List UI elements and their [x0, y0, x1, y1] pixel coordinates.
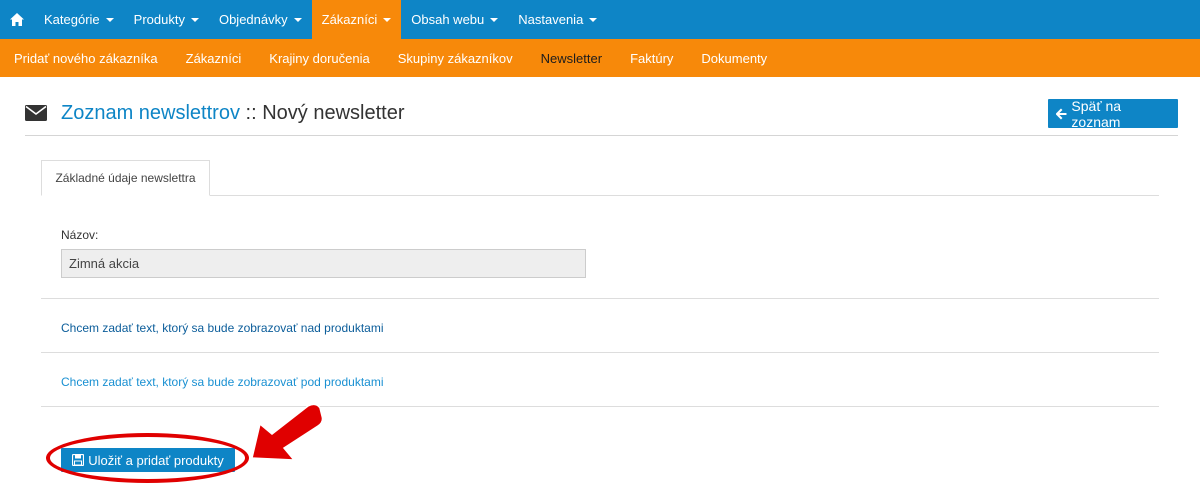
nav-item-label: Kategórie	[44, 12, 100, 27]
nav-item-kategorie[interactable]: Kategórie	[34, 0, 124, 39]
sub-navbar: Pridať nového zákazníka Zákazníci Krajin…	[0, 39, 1200, 77]
name-label: Názov:	[61, 228, 99, 242]
text-above-products-link[interactable]: Chcem zadať text, ktorý sa bude zobrazov…	[61, 321, 384, 335]
save-button-label: Uložiť a pridať produkty	[88, 452, 224, 468]
text-below-products-link[interactable]: Chcem zadať text, ktorý sa bude zobrazov…	[61, 375, 384, 389]
tab-zakladne-udaje[interactable]: Základné údaje newslettra	[41, 160, 210, 196]
nav-item-label: Produkty	[133, 12, 185, 27]
page-header: Zoznam newslettrov :: Nový newsletter Sp…	[25, 97, 1178, 136]
subnav-item-dokumenty[interactable]: Dokumenty	[687, 51, 781, 66]
back-button-label: Späť na zoznam	[1071, 97, 1122, 130]
nav-item-zakaznici[interactable]: Zákazníci	[311, 0, 402, 39]
nav-item-label: Nastavenia	[518, 12, 584, 27]
breadcrumb-separator: ::	[239, 102, 263, 124]
home-icon	[10, 13, 24, 26]
chevron-down-icon	[105, 17, 114, 22]
nav-item-label: Obsah webu	[411, 12, 485, 27]
save-and-add-products-button[interactable]: Uložiť a pridať produkty	[61, 448, 235, 472]
nav-item-objednavky[interactable]: Objednávky	[209, 0, 312, 39]
subnav-item-zakaznici[interactable]: Zákazníci	[172, 51, 256, 66]
arrow-left-icon	[1056, 108, 1067, 119]
page-title: Zoznam newslettrov :: Nový newsletter	[61, 102, 404, 125]
chevron-down-icon	[190, 17, 199, 22]
home-button[interactable]	[0, 0, 34, 39]
chevron-down-icon	[383, 17, 392, 22]
annotation-arrow-icon	[251, 403, 324, 461]
name-input[interactable]	[61, 249, 586, 278]
divider	[41, 298, 1159, 299]
subnav-item-krajiny-dorucenia[interactable]: Krajiny doručenia	[255, 51, 383, 66]
divider	[41, 406, 1159, 407]
chevron-down-icon	[589, 17, 598, 22]
subnav-item-skupiny-zakaznikov[interactable]: Skupiny zákazníkov	[384, 51, 527, 66]
back-to-list-button[interactable]: Späť na zoznam	[1048, 97, 1178, 130]
subnav-item-faktury[interactable]: Faktúry	[616, 51, 687, 66]
nav-item-produkty[interactable]: Produkty	[124, 0, 209, 39]
subnav-item-pridat-zakaznika[interactable]: Pridať nového zákazníka	[0, 51, 172, 66]
chevron-down-icon	[293, 17, 302, 22]
floppy-disk-icon	[72, 454, 85, 466]
page-title-current: Nový newsletter	[262, 102, 405, 124]
nav-item-label: Objednávky	[218, 12, 288, 27]
nav-item-obsah-webu[interactable]: Obsah webu	[401, 0, 508, 39]
nav-item-label: Zákazníci	[321, 12, 378, 27]
breadcrumb-link[interactable]: Zoznam newslettrov	[61, 102, 240, 124]
nav-item-nastavenia[interactable]: Nastavenia	[508, 0, 607, 39]
divider	[41, 352, 1159, 353]
top-navbar: Kategórie Produkty Objednávky Zákazníci …	[0, 0, 1200, 39]
chevron-down-icon	[490, 17, 499, 22]
envelope-icon	[25, 105, 47, 121]
subnav-item-newsletter[interactable]: Newsletter	[527, 51, 616, 66]
